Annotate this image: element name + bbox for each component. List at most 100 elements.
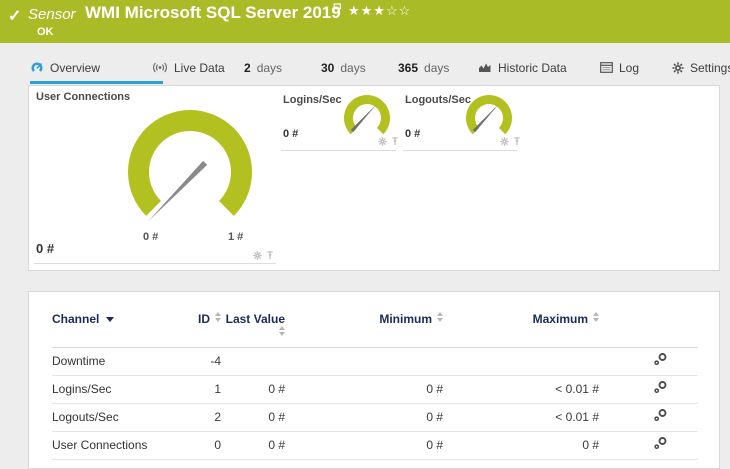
channels-table: Channel ID Last Value Minimum Maximum Do… — [52, 292, 698, 460]
gauge-divider — [403, 150, 518, 151]
gauge-scale-max: 1 # — [228, 231, 244, 243]
log-list-icon — [600, 62, 613, 73]
tab-365-days-number: 365 — [398, 60, 419, 75]
cell-channel: User Connections — [52, 438, 148, 452]
user-connections-gauge-arc — [128, 109, 252, 216]
sort-desc-icon — [106, 317, 115, 322]
tab-30-days[interactable]: 30 days — [321, 58, 366, 81]
gauges-panel: User Connections 0 # 1 # 0 # Logins/Sec … — [28, 85, 720, 271]
historic-chart-icon — [479, 63, 491, 72]
sort-icon — [215, 312, 221, 322]
cell-minimum: 0 # — [426, 438, 443, 452]
settings-gear-icon — [672, 61, 684, 74]
tab-settings-label: Settings — [690, 60, 730, 75]
cell-id: 2 — [214, 410, 221, 424]
gauges-canvas — [128, 94, 512, 222]
cell-last-value: 0 # — [268, 410, 285, 424]
sensor-header-bar: ✓ Sensor WMI Microsoft SQL Server 2019 ★… — [0, 0, 730, 43]
cell-id: -4 — [210, 354, 221, 368]
sensor-status-text: OK — [37, 26, 54, 38]
cell-channel: Downtime — [52, 354, 106, 368]
channel-settings-icon[interactable] — [654, 437, 668, 450]
gauge-pin-icon[interactable] — [391, 137, 399, 146]
tab-live-data-label: Live Data — [174, 60, 225, 75]
tab-historic-data[interactable]: Historic Data — [478, 58, 567, 81]
gauge-icon — [31, 62, 43, 72]
table-row-logouts[interactable]: Logouts/Sec 2 0 # 0 # < 0.01 # — [52, 403, 698, 431]
tab-log-label: Log — [619, 60, 640, 75]
cell-minimum: 0 # — [426, 382, 443, 396]
cell-last-value: 0 # — [268, 382, 285, 396]
table-row-downtime[interactable]: Downtime -4 — [52, 347, 698, 375]
gauge-pin-icon[interactable] — [266, 251, 274, 260]
table-row-user-connections[interactable]: User Connections 0 0 # 0 # 0 # — [52, 431, 698, 459]
column-header-channel-label: Channel — [52, 312, 100, 326]
tab-365-days-unit: days — [424, 60, 450, 75]
gauge-title-logins: Logins/Sec — [283, 94, 342, 106]
column-header-minimum-label: Minimum — [379, 312, 432, 326]
tab-overview[interactable]: Overview — [30, 58, 163, 84]
tab-2-days-unit: days — [256, 60, 283, 75]
table-header-row: Channel ID Last Value Minimum Maximum — [52, 292, 698, 347]
cell-maximum — [443, 347, 599, 375]
tab-historic-data-label: Historic Data — [498, 60, 567, 75]
tab-365-days[interactable]: 365 days — [398, 58, 449, 81]
column-header-minimum[interactable]: Minimum — [285, 292, 443, 347]
stars-filled: ★★★ — [348, 3, 386, 18]
cell-minimum — [285, 347, 443, 375]
tab-2-days-number: 2 — [244, 60, 251, 75]
cell-id: 1 — [214, 382, 221, 396]
gauge-gear-icon[interactable] — [500, 137, 509, 146]
gauge-title-logouts: Logouts/Sec — [405, 94, 472, 106]
column-header-id[interactable]: ID — [182, 292, 221, 347]
gauge-tools-user-connections — [253, 251, 274, 260]
sort-icon — [279, 326, 285, 336]
sort-icon — [437, 312, 443, 322]
tab-2-days[interactable]: 2 days — [244, 58, 282, 81]
sensor-title: WMI Microsoft SQL Server 2019 — [85, 3, 341, 22]
cell-channel: Logouts/Sec — [52, 410, 119, 424]
gauge-tools-logins — [378, 137, 399, 146]
column-header-maximum[interactable]: Maximum — [443, 292, 599, 347]
tab-live-data[interactable]: Live Data — [152, 58, 225, 81]
gauge-value-user-connections: 0 # — [36, 241, 55, 256]
table-row-logins[interactable]: Logins/Sec 1 0 # 0 # < 0.01 # — [52, 375, 698, 403]
cell-last-value — [221, 347, 285, 375]
gauge-gear-icon[interactable] — [378, 137, 387, 146]
gauge-divider — [281, 150, 396, 151]
column-header-last-value[interactable]: Last Value — [221, 292, 285, 347]
cell-last-value: 0 # — [268, 438, 285, 452]
priority-stars[interactable]: ★★★☆☆ — [348, 3, 411, 19]
tab-settings[interactable]: Settings — [672, 58, 730, 81]
status-ok-check-icon: ✓ — [8, 8, 22, 25]
channel-settings-icon[interactable] — [654, 381, 668, 394]
channel-settings-icon[interactable] — [654, 353, 668, 366]
cell-channel: Logins/Sec — [52, 382, 112, 396]
gauge-value-logins: 0 # — [283, 128, 299, 140]
tab-overview-label: Overview — [50, 60, 101, 75]
gauge-divider — [34, 263, 276, 264]
column-header-id-label: ID — [198, 312, 210, 326]
priority-flag-icon[interactable] — [333, 3, 342, 14]
cell-maximum: < 0.01 # — [555, 410, 599, 424]
tab-30-days-number: 30 — [321, 60, 335, 75]
gauge-tools-logouts — [500, 137, 521, 146]
column-header-last-value-label: Last Value — [225, 312, 285, 326]
gauge-value-logouts: 0 # — [405, 128, 421, 140]
gauge-title-user-connections: User Connections — [36, 91, 131, 103]
channel-settings-icon[interactable] — [654, 409, 668, 422]
gauge-scale-min: 0 # — [143, 231, 159, 243]
gauge-gear-icon[interactable] — [253, 251, 262, 260]
tab-log[interactable]: Log — [600, 58, 639, 81]
live-data-icon — [153, 62, 167, 73]
cell-maximum: < 0.01 # — [555, 382, 599, 396]
cell-maximum: 0 # — [582, 438, 599, 452]
sort-icon — [593, 312, 599, 322]
cell-id: 0 — [214, 438, 221, 452]
user-connections-gauge-needle — [148, 160, 208, 222]
gauge-pin-icon[interactable] — [513, 137, 521, 146]
column-header-channel[interactable]: Channel — [52, 292, 182, 347]
tab-30-days-unit: days — [340, 60, 366, 75]
stars-empty: ☆☆ — [385, 3, 412, 18]
cell-minimum: 0 # — [426, 410, 443, 424]
